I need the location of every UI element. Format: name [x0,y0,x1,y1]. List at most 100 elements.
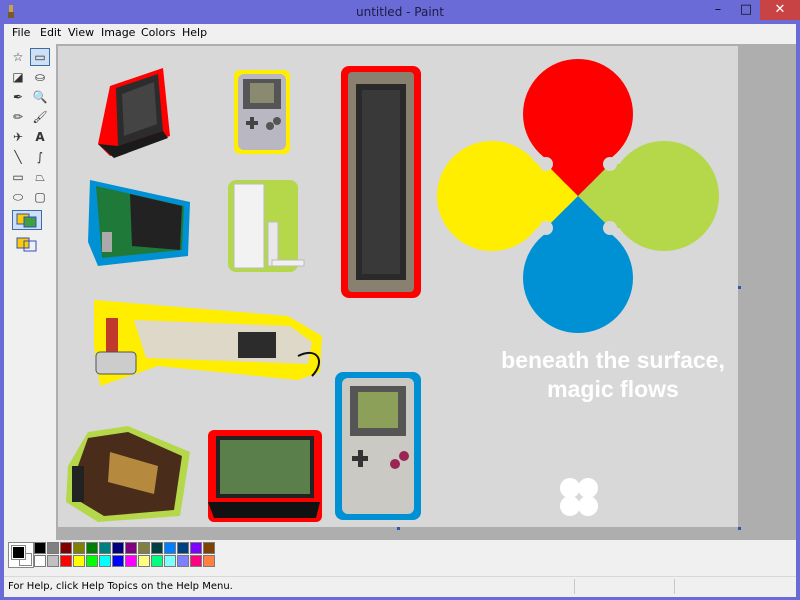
transparent-selection-option[interactable] [12,234,42,254]
palette-swatch[interactable] [203,542,215,554]
free-form-select-tool[interactable]: ☆ [8,48,28,66]
menu-edit[interactable]: Edit [40,26,61,39]
fill-icon: ⛀ [34,70,46,84]
eraser-tool[interactable]: ◪ [8,68,28,86]
magnifier-icon: 🔍 [32,90,48,104]
status-help-text: For Help, click Help Topics on the Help … [8,581,233,592]
palette-swatch[interactable] [47,542,59,554]
palette-swatch[interactable] [125,542,137,554]
palette-swatch[interactable] [125,555,137,567]
palette-swatch[interactable] [34,555,46,567]
palette-swatch[interactable] [86,542,98,554]
palette-swatch[interactable] [177,542,189,554]
pick-color-icon: ✒ [12,90,24,104]
palette-swatch[interactable] [203,555,215,567]
palette-swatch[interactable] [86,555,98,567]
menu-view[interactable]: View [68,26,94,39]
menu-image[interactable]: Image [101,26,135,39]
palette-swatch[interactable] [99,555,111,567]
pencil-icon: ✏ [12,110,24,124]
close-button[interactable]: ✕ [760,0,800,20]
curve-tool[interactable]: ∫ [30,148,50,166]
menu-colors[interactable]: Colors [141,26,175,39]
paint-window: untitled - Paint – □ ✕ File Edit View Im… [0,0,800,600]
ellipse-tool[interactable]: ⬭ [8,188,28,206]
palette-swatch[interactable] [177,555,189,567]
palette-swatch[interactable] [164,555,176,567]
text-icon: A [35,130,45,144]
title-bar[interactable]: untitled - Paint – □ ✕ [0,0,800,24]
polygon-tool[interactable]: ⏢ [30,168,50,186]
retro-console-sticker [94,300,322,386]
magnifier-tool[interactable]: 🔍 [30,88,50,106]
palette-swatch[interactable] [99,542,111,554]
palette-swatch[interactable] [151,542,163,554]
status-cell-position [574,579,673,594]
palette-swatch[interactable] [60,542,72,554]
small-white-logo [560,478,598,516]
polygon-icon: ⏢ [35,170,45,184]
pick-color-tool[interactable]: ✒ [8,88,28,106]
current-colors[interactable] [8,542,34,568]
select-tool[interactable]: ▭ [30,48,50,66]
eraser-icon: ◪ [12,70,24,84]
slogan-text: beneath the surface, magic flows [448,346,738,404]
minimize-button[interactable]: – [704,0,732,20]
line-icon: ╲ [14,150,22,164]
resize-handle-right[interactable] [738,286,741,289]
keyboard-sticker [341,66,421,298]
window-title: untitled - Paint [356,5,444,19]
palette-swatch[interactable] [60,555,72,567]
wii-console-sticker [228,180,305,272]
brand-logo [437,59,719,333]
maximize-button[interactable]: □ [732,0,760,20]
opaque-option-icon [16,213,37,228]
gameboy-sticker [335,372,421,520]
menu-help[interactable]: Help [182,26,207,39]
client-area: File Edit View Image Colors Help ☆ ▭ ◪ ⛀… [4,24,796,597]
drawing-canvas[interactable]: beneath the surface, magic flows [58,46,738,527]
fill-tool[interactable]: ⛀ [30,68,50,86]
slogan-line-1: beneath the surface, [501,347,725,373]
palette-swatch[interactable] [73,542,85,554]
free-form-select-icon: ☆ [12,50,24,64]
palette-swatch[interactable] [73,555,85,567]
rounded-rectangle-icon: ▢ [34,190,46,204]
resize-handle-corner[interactable] [738,527,741,530]
menu-bar: File Edit View Image Colors Help [4,24,796,42]
rectangle-tool[interactable]: ▭ [8,168,28,186]
curve-icon: ∫ [36,150,44,164]
slogan-line-2: magic flows [547,376,679,402]
palette-swatch[interactable] [164,542,176,554]
resize-handle-bottom[interactable] [397,527,400,530]
palette-swatch[interactable] [112,542,124,554]
line-tool[interactable]: ╲ [8,148,28,166]
select-icon: ▭ [34,50,46,64]
opaque-selection-option[interactable] [12,210,42,230]
laptop-sticker [98,68,170,158]
graphics-card-sticker [88,180,190,266]
photo-laptop-sticker [208,430,322,522]
palette-swatch[interactable] [151,555,163,567]
status-cell-size [674,579,775,594]
color-palette [4,540,796,574]
palette-swatch[interactable] [34,542,46,554]
text-tool[interactable]: A [30,128,50,146]
airbrush-tool[interactable]: ✈ [8,128,28,146]
pencil-tool[interactable]: ✏ [8,108,28,126]
transparent-option-icon [16,237,37,252]
palette-swatch[interactable] [138,555,150,567]
palette-swatch[interactable] [138,542,150,554]
palette-swatch[interactable] [112,555,124,567]
canvas-artwork [66,59,719,522]
palette-swatch[interactable] [190,555,202,567]
palette-swatch[interactable] [190,542,202,554]
brush-icon: 🖌 [32,110,48,124]
brush-tool[interactable]: 🖌 [30,108,50,126]
ellipse-icon: ⬭ [12,190,24,204]
foreground-color [11,545,26,560]
status-bar: For Help, click Help Topics on the Help … [4,576,796,597]
menu-file[interactable]: File [12,26,30,39]
rounded-rectangle-tool[interactable]: ▢ [30,188,50,206]
palette-swatch[interactable] [47,555,59,567]
